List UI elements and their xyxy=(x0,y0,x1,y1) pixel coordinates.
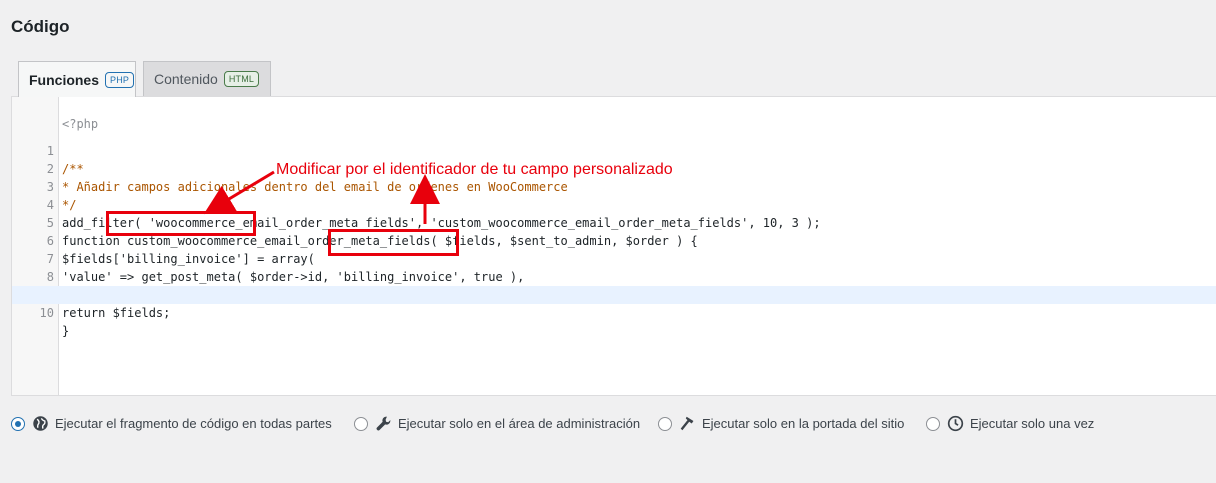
radio-admin[interactable] xyxy=(354,416,368,431)
radio-frontend[interactable] xyxy=(658,416,672,431)
code-line: 7 'value' => get_post_meta( $order->id, … xyxy=(12,232,1216,284)
wrench-icon xyxy=(376,416,391,431)
code-line: 6 $fields['billing_invoice'] = array( xyxy=(12,214,1216,266)
run-option-everywhere[interactable]: Ejecutar el fragmento de código en todas… xyxy=(11,415,332,432)
run-option-frontend[interactable]: Ejecutar solo en la portada del sitio xyxy=(658,415,904,432)
opening-tag-line: <?php xyxy=(12,97,1216,131)
clock-icon xyxy=(947,415,964,432)
tab-label: Funciones xyxy=(29,71,100,88)
radio-once[interactable] xyxy=(926,416,940,431)
globe-icon xyxy=(33,416,48,431)
code-line: 1 /** xyxy=(12,124,1216,176)
code-text: } xyxy=(62,324,70,338)
php-badge: PHP xyxy=(105,71,135,88)
annotation-text: Modificar por el identificador de tu cam… xyxy=(276,161,673,178)
code-editor[interactable]: <?php 1 /** 2 * Añadir campos adicionale… xyxy=(11,96,1216,396)
tab-label: Contenido xyxy=(154,71,218,87)
code-line: 4 add_filter( 'woocommerce_email_order_m… xyxy=(12,178,1216,230)
run-option-label: Ejecutar solo en el área de administraci… xyxy=(398,416,641,431)
section-title: Código xyxy=(11,17,70,36)
tab-funciones[interactable]: Funciones PHP xyxy=(18,61,136,97)
hammer-icon xyxy=(680,416,694,431)
line-number: 10 xyxy=(39,306,54,320)
tab-contenido[interactable]: Contenido HTML xyxy=(143,61,271,96)
code-line: 9 return $fields; xyxy=(12,268,1216,320)
code-line: 8 ); xyxy=(12,250,1216,302)
code-line-current: 10 } xyxy=(12,286,1216,338)
radio-everywhere[interactable] xyxy=(11,416,25,431)
run-option-admin[interactable]: Ejecutar solo en el área de administraci… xyxy=(354,415,640,432)
code-line: 2 * Añadir campos adicionales dentro del… xyxy=(12,142,1216,194)
code-text: return $fields; xyxy=(62,306,171,320)
html-badge: HTML xyxy=(223,71,260,87)
code-line: 5 function custom_woocommerce_email_orde… xyxy=(12,196,1216,248)
run-option-once[interactable]: Ejecutar solo una vez xyxy=(926,415,1094,432)
run-option-label: Ejecutar solo en la portada del sitio xyxy=(702,416,905,431)
run-option-label: Ejecutar solo una vez xyxy=(970,416,1095,431)
run-option-label: Ejecutar el fragmento de código en todas… xyxy=(55,416,332,431)
